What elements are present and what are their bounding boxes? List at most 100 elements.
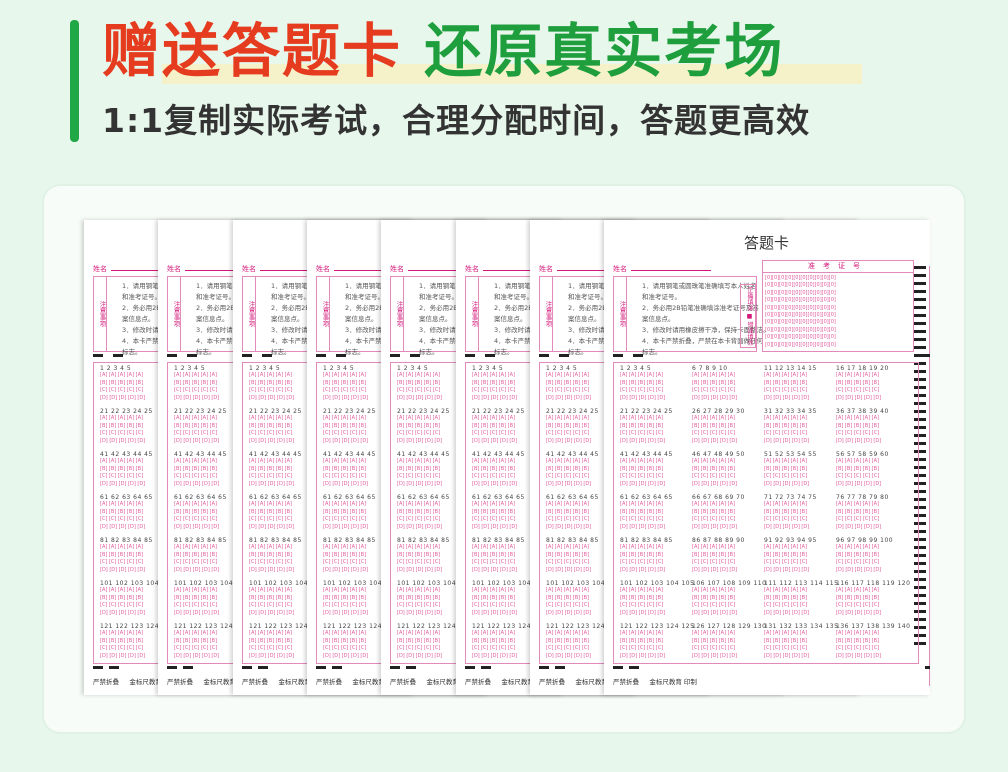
- question-block: 41 42 43 44 45 [A] [A] [A] [A] [A] [B] [B]…: [397, 451, 450, 494]
- question-numbers: 81 82 83 84 85: [174, 537, 227, 544]
- option-row: [D] [D] [D] [D] [D]: [764, 566, 810, 573]
- question-block: 81 82 83 84 85 [A] [A] [A] [A] [A] [B] [B]…: [249, 537, 302, 580]
- question-numbers: 71 72 73 74 75: [764, 494, 817, 501]
- timing-mark: [914, 306, 926, 309]
- option-row: [A] [A] [A] [A] [A]: [836, 372, 879, 378]
- question-block: 51 52 53 54 55 [A] [A] [A] [A] [A] [B] [B]…: [764, 451, 817, 494]
- option-row: [A] [A] [A] [A] [A]: [174, 458, 217, 464]
- question-block: 21 22 23 24 25 [A] [A] [A] [A] [A] [B] [B]…: [100, 408, 153, 451]
- option-row: [D] [D] [D] [D] [D]: [546, 394, 592, 401]
- option-row: [D] [D] [D] [D] [D]: [249, 480, 295, 487]
- question-block: 1 2 3 4 5 [A] [A] [A] [A] [A] [B] [B] [B] …: [249, 365, 294, 408]
- question-numbers: 21 22 23 24 25: [100, 408, 153, 415]
- option-row: [A] [A] [A] [A] [A]: [100, 415, 143, 421]
- option-row: [B] [B] [B] [B] [B]: [692, 379, 736, 386]
- option-row: [A] [A] [A] [A] [A]: [620, 544, 663, 550]
- option-row: [A] [A] [A] [A] [A]: [472, 501, 515, 507]
- answer-grid: 1 2 3 4 5 [A] [A] [A] [A] [A] [B] [B] [B] …: [613, 362, 919, 664]
- option-row: [D] [D] [D] [D] [D]: [836, 652, 882, 659]
- option-row: [A] [A] [A] [A] [A]: [836, 501, 879, 507]
- option-row: [B] [B] [B] [B] [B]: [546, 422, 590, 429]
- question-numbers: 41 42 43 44 45: [249, 451, 302, 458]
- question-block: 81 82 83 84 85 [A] [A] [A] [A] [A] [B] [B]…: [546, 537, 599, 580]
- digit-row: [0][0][0][0][0][0][0][0][0][0]: [765, 334, 836, 341]
- option-row: [C] [C] [C] [C] [C]: [764, 387, 808, 393]
- option-row: [C] [C] [C] [C] [C]: [472, 559, 516, 565]
- option-row: [D] [D] [D] [D] [D]: [620, 480, 666, 487]
- question-numbers: 41 42 43 44 45: [174, 451, 227, 458]
- option-row: [A] [A] [A] [A] [A]: [174, 372, 217, 378]
- option-row: [D] [D] [D] [D] [D]: [620, 437, 666, 444]
- option-row: [D] [D] [D] [D] [D]: [174, 480, 220, 487]
- question-block: 61 62 63 64 65 [A] [A] [A] [A] [A] [B] [B]…: [323, 494, 376, 537]
- option-row: [B] [B] [B] [B] [B]: [323, 379, 367, 386]
- option-row: [D] [D] [D] [D] [D]: [174, 566, 220, 573]
- fold-warning: 严禁折叠: [93, 678, 119, 686]
- option-row: [C] [C] [C] [C] [C]: [692, 559, 736, 565]
- option-row: [D] [D] [D] [D] [D]: [100, 437, 146, 444]
- option-row: [D] [D] [D] [D] [D]: [546, 566, 592, 573]
- option-row: [A] [A] [A] [A] [A]: [249, 458, 292, 464]
- question-block: 131 132 133 134 135 [A] [A] [A] [A] [A] [B…: [764, 623, 838, 666]
- question-block: 81 82 83 84 85 [A] [A] [A] [A] [A] [B] [B]…: [100, 537, 153, 580]
- question-block: 21 22 23 24 25 [A] [A] [A] [A] [A] [B] [B]…: [397, 408, 450, 451]
- option-row: [C] [C] [C] [C] [C]: [397, 473, 441, 479]
- option-row: [B] [B] [B] [B] [B]: [397, 551, 441, 558]
- question-numbers: 56 57 58 59 60: [836, 451, 889, 458]
- option-row: [C] [C] [C] [C] [C]: [397, 430, 441, 436]
- question-numbers: 1 2 3 4 5: [620, 365, 652, 372]
- option-row: [D] [D] [D] [D] [D]: [472, 437, 518, 444]
- option-row: [A] [A] [A] [A] [A]: [692, 372, 735, 378]
- question-numbers: 111 112 113 114 115: [764, 580, 839, 587]
- option-row: [A] [A] [A] [A] [A]: [323, 544, 366, 550]
- question-block: 106 107 108 109 110 [A] [A] [A] [A] [A] [B…: [692, 580, 766, 623]
- question-numbers: 21 22 23 24 25: [397, 408, 450, 415]
- name-field: 姓名: [613, 264, 711, 274]
- question-block: 81 82 83 84 85 [A] [A] [A] [A] [A] [B] [B]…: [472, 537, 525, 580]
- question-block: 11 12 13 14 15 [A] [A] [A] [A] [A] [B] [B]…: [764, 365, 817, 408]
- option-row: [B] [B] [B] [B] [B]: [249, 465, 293, 472]
- question-numbers: 91 92 93 94 95: [764, 537, 817, 544]
- option-row: [C] [C] [C] [C] [C]: [836, 387, 880, 393]
- question-block: 81 82 83 84 85 [A] [A] [A] [A] [A] [B] [B]…: [323, 537, 376, 580]
- digit-row: [0][0][0][0][0][0][0][0][0][0]: [765, 275, 836, 281]
- question-block: 16 17 18 19 20 [A] [A] [A] [A] [A] [B] [B]…: [836, 365, 889, 408]
- question-block: 21 22 23 24 25 [A] [A] [A] [A] [A] [B] [B]…: [174, 408, 227, 451]
- fill-sample-tag: 正确填涂 ■ 错误填涂: [740, 284, 756, 348]
- question-numbers: 106 107 108 109 110: [692, 580, 767, 587]
- question-block: 21 22 23 24 25 [A] [A] [A] [A] [A] [B] [B]…: [323, 408, 376, 451]
- option-row: [C] [C] [C] [C] [C]: [397, 387, 441, 393]
- option-row: [B] [B] [B] [B] [B]: [100, 508, 144, 515]
- option-row: [A] [A] [A] [A] [A]: [692, 501, 735, 507]
- option-row: [A] [A] [A] [A] [A]: [397, 501, 440, 507]
- option-row: [B] [B] [B] [B] [B]: [472, 465, 516, 472]
- question-block: 41 42 43 44 45 [A] [A] [A] [A] [A] [B] [B]…: [174, 451, 227, 494]
- option-row: [B] [B] [B] [B] [B]: [397, 422, 441, 429]
- option-row: [D] [D] [D] [D] [D]: [100, 566, 146, 573]
- question-numbers: 21 22 23 24 25: [249, 408, 302, 415]
- option-row: [C] [C] [C] [C] [C]: [100, 387, 144, 393]
- option-row: [B] [B] [B] [B] [B]: [472, 508, 516, 515]
- option-row: [D] [D] [D] [D] [D]: [323, 437, 369, 444]
- question-numbers: 1 2 3 4 5: [249, 365, 281, 372]
- option-row: [C] [C] [C] [C] [C]: [764, 559, 808, 565]
- question-numbers: 21 22 23 24 25: [620, 408, 673, 415]
- option-row: [C] [C] [C] [C] [C]: [100, 516, 144, 522]
- question-block: 31 32 33 34 35 [A] [A] [A] [A] [A] [B] [B]…: [764, 408, 817, 451]
- question-numbers: 61 62 63 64 65: [174, 494, 227, 501]
- option-row: [C] [C] [C] [C] [C]: [249, 387, 293, 393]
- notice-tag: 注意事项: [317, 277, 330, 351]
- option-row: [C] [C] [C] [C] [C]: [174, 516, 218, 522]
- option-row: [D] [D] [D] [D] [D]: [620, 652, 666, 659]
- option-row: [B] [B] [B] [B] [B]: [692, 465, 736, 472]
- option-row: [A] [A] [A] [A] [A]: [100, 372, 143, 378]
- option-row: [A] [A] [A] [A] [A]: [692, 587, 735, 593]
- option-row: [B] [B] [B] [B] [B]: [546, 379, 590, 386]
- question-numbers: 21 22 23 24 25: [472, 408, 525, 415]
- option-row: [A] [A] [A] [A] [A]: [472, 544, 515, 550]
- question-numbers: 116 117 118 119 120: [836, 580, 911, 587]
- question-numbers: 51 52 53 54 55: [764, 451, 817, 458]
- option-row: [C] [C] [C] [C] [C]: [546, 430, 590, 436]
- option-row: [B] [B] [B] [B] [B]: [546, 508, 590, 515]
- option-row: [D] [D] [D] [D] [D]: [397, 437, 443, 444]
